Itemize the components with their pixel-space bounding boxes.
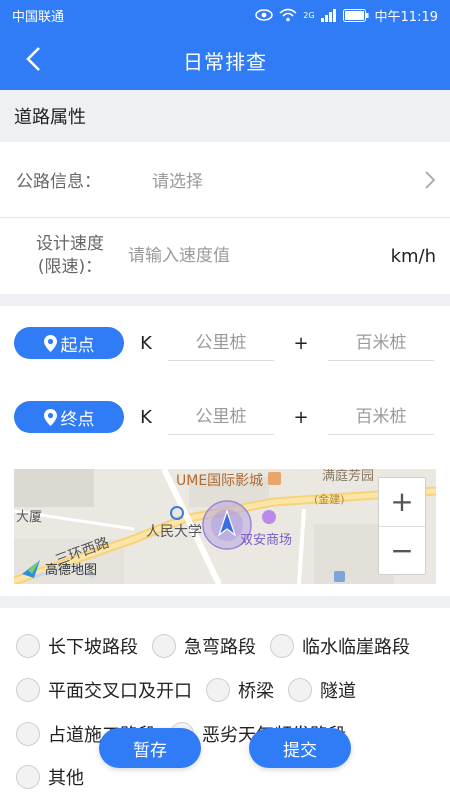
check-other[interactable]: 其他 (16, 764, 84, 790)
submit-button[interactable]: 提交 (249, 728, 351, 768)
speed-input[interactable] (126, 238, 391, 274)
map-logo: 高德地图 (22, 559, 97, 578)
map-zoom-controls: + − (378, 477, 426, 575)
map-poi-dasha: 大厦 (16, 510, 43, 525)
zoom-in-button[interactable]: + (379, 478, 425, 527)
status-icons: 2G 中午11:19 (255, 6, 438, 25)
radio-circle (16, 722, 40, 746)
road-info-label: 公路信息： (16, 172, 101, 192)
check-row-1: 长下坡路段 急弯路段 临水临崖路段 (16, 633, 424, 659)
map-road-jin: (金建) (314, 493, 345, 506)
start-km-input[interactable] (168, 325, 274, 361)
check-long-downhill[interactable]: 长下坡路段 (16, 633, 138, 659)
map-poi-ume: UME国际影城 (176, 473, 264, 489)
start-k-label: K (140, 332, 152, 354)
divider-gap-2 (0, 596, 450, 608)
radio-circle (152, 634, 176, 658)
page-title: 日常排查 (183, 49, 267, 74)
eye-icon (255, 9, 273, 21)
speed-label-line1: 设计速度 (36, 234, 104, 254)
check-row-2: 平面交叉口及开口 桥梁 隧道 (16, 677, 370, 703)
map-poi-shuangan: 双安商场 (240, 533, 293, 548)
signal-icon (320, 9, 336, 22)
speed-unit: km/h (390, 245, 436, 267)
speed-label: 设计速度 (限速)： (14, 233, 126, 279)
battery-icon (342, 8, 369, 22)
chevron-right-icon (425, 170, 436, 189)
radio-circle (270, 634, 294, 658)
road-info-row[interactable]: 公路信息： 请选择 (0, 142, 450, 218)
status-bar: 中国联通 2G 中午11:19 (0, 0, 450, 30)
radio-circle (288, 678, 312, 702)
back-button[interactable] (18, 44, 48, 74)
start-point-button[interactable]: 起点 (14, 327, 124, 359)
radio-circle (206, 678, 230, 702)
start-plus-sign: + (293, 332, 309, 354)
check-label: 隧道 (320, 681, 356, 702)
end-point-label: 终点 (60, 409, 95, 430)
map-logo-text: 高德地图 (45, 563, 98, 578)
end-plus-sign: + (293, 406, 309, 428)
check-waterside-cliff[interactable]: 临水临崖路段 (270, 633, 410, 659)
section-title: 道路属性 (0, 90, 450, 142)
map-view[interactable]: UME国际影城 满庭芳园 大厦 人民大学 双安商场 三环西路 (金建) 高德地图… (14, 469, 436, 584)
radio-circle (16, 634, 40, 658)
road-info-select[interactable]: 请选择 (152, 167, 424, 192)
radio-circle (16, 678, 40, 702)
network-type: 2G (303, 10, 315, 20)
carrier-name: 中国联通 (12, 9, 65, 25)
end-km-input[interactable] (168, 399, 274, 435)
wifi-icon (279, 8, 297, 22)
chevron-left-icon (26, 47, 40, 71)
zoom-out-button[interactable]: − (379, 527, 425, 575)
check-label: 其他 (48, 768, 84, 789)
check-label: 桥梁 (238, 681, 274, 702)
end-point-button[interactable]: 终点 (14, 401, 124, 433)
radio-circle (16, 765, 40, 789)
check-label: 临水临崖路段 (302, 637, 410, 658)
road-attributes-card: 公路信息： 请选择 设计速度 (限速)： km/h (0, 142, 450, 294)
start-point-label: 起点 (60, 335, 95, 356)
check-intersection[interactable]: 平面交叉口及开口 (16, 677, 192, 703)
check-tunnel[interactable]: 隧道 (288, 677, 356, 703)
amap-logo-icon (22, 559, 40, 578)
location-pin-icon (43, 334, 57, 352)
start-point-row: 起点 K + (0, 306, 450, 380)
check-row-4: 其他 (16, 764, 98, 790)
end-hm-input[interactable] (328, 399, 434, 435)
check-label: 急弯路段 (184, 637, 256, 658)
map-poi-renmin: 人民大学 (146, 524, 202, 540)
status-time: 中午11:19 (374, 9, 438, 25)
start-hm-input[interactable] (328, 325, 434, 361)
speed-label-line2: (限速)： (37, 257, 103, 277)
divider-gap (0, 294, 450, 306)
end-point-row: 终点 K + (0, 380, 450, 454)
map-poi-manting: 满庭芳园 (322, 469, 375, 484)
save-draft-button[interactable]: 暂存 (99, 728, 201, 768)
speed-row: 设计速度 (限速)： km/h (0, 218, 450, 294)
check-sharp-curve[interactable]: 急弯路段 (152, 633, 256, 659)
check-label: 长下坡路段 (48, 637, 138, 658)
end-k-label: K (140, 406, 152, 428)
check-bridge[interactable]: 桥梁 (206, 677, 274, 703)
nav-bar: 日常排查 (0, 30, 450, 90)
location-pin-icon (43, 408, 57, 426)
check-label: 平面交叉口及开口 (48, 681, 192, 702)
